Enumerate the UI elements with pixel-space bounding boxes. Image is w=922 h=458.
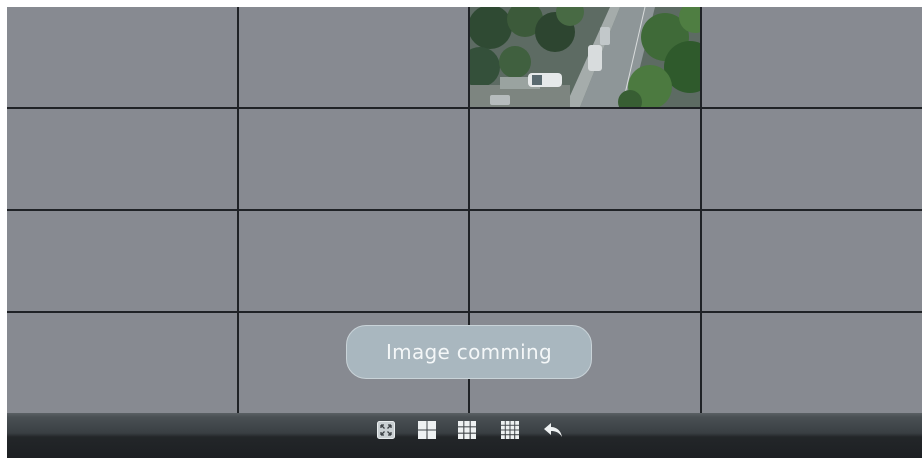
back-button[interactable] xyxy=(543,420,563,440)
back-arrow-icon xyxy=(544,423,562,437)
layout-3x3-button[interactable] xyxy=(457,420,477,440)
camera-tile-11[interactable] xyxy=(470,211,700,311)
camera-tile-9[interactable] xyxy=(7,211,237,311)
fullscreen-icon xyxy=(377,421,395,439)
layout-2x2-button[interactable] xyxy=(417,420,437,440)
bottom-toolbar xyxy=(7,413,922,458)
layout-4x4-button[interactable] xyxy=(500,420,520,440)
camera-tile-8[interactable] xyxy=(702,109,922,209)
camera-tile-10[interactable] xyxy=(239,211,468,311)
camera-tile-3[interactable] xyxy=(470,7,700,107)
camera-tile-16[interactable] xyxy=(702,313,922,413)
grid-3x3-icon xyxy=(458,421,476,439)
grid-4x4-icon xyxy=(501,421,519,439)
camera-tile-1[interactable] xyxy=(7,7,237,107)
status-toast: Image comming xyxy=(346,325,592,379)
camera-tile-13[interactable] xyxy=(7,313,237,413)
camera-tile-12[interactable] xyxy=(702,211,922,311)
camera-tile-4[interactable] xyxy=(702,7,922,107)
fullscreen-button[interactable] xyxy=(376,420,396,440)
camera-tile-7[interactable] xyxy=(470,109,700,209)
live-camera-feed xyxy=(470,7,700,107)
camera-tile-2[interactable] xyxy=(239,7,468,107)
grid-2x2-icon xyxy=(418,421,436,439)
toast-message: Image comming xyxy=(385,340,553,364)
camera-tile-6[interactable] xyxy=(239,109,468,209)
camera-tile-5[interactable] xyxy=(7,109,237,209)
video-wall: Image comming xyxy=(0,0,922,458)
